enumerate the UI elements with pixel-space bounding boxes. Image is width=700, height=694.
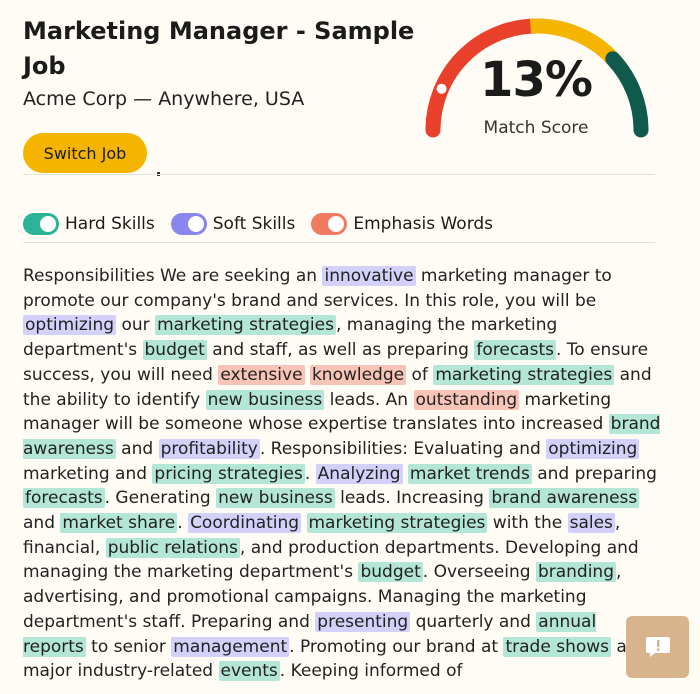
hard-skill-highlight: new business xyxy=(205,389,325,410)
description-text: and preparing xyxy=(531,463,657,484)
description-text: of xyxy=(406,364,434,385)
description-text: and xyxy=(23,513,61,534)
match-score-value: 13% xyxy=(480,52,593,108)
switch-knob xyxy=(40,216,56,232)
match-score-label: Match Score xyxy=(483,118,589,138)
hard-skill-highlight: new business xyxy=(216,488,335,509)
toggle-hard-skills[interactable]: Hard Skills xyxy=(23,213,155,235)
hard-skills-label: Hard Skills xyxy=(65,214,155,234)
feedback-icon xyxy=(645,637,670,657)
description-text: . Promoting our brand at xyxy=(289,636,504,657)
description-text: with the xyxy=(487,513,568,534)
hard-skill-highlight: public relations xyxy=(105,537,240,558)
job-description: Responsibilities We are seeking an innov… xyxy=(23,264,663,684)
soft-skill-highlight: profitability xyxy=(158,438,260,459)
hard-skills-switch[interactable] xyxy=(23,213,59,235)
highlight-toggles: Hard Skills Soft Skills Emphasis Words xyxy=(23,211,509,237)
description-text: . Keeping informed of xyxy=(279,661,463,682)
divider xyxy=(23,174,655,175)
switch-knob xyxy=(187,216,204,232)
description-text: . Overseeing xyxy=(422,562,536,583)
soft-skills-switch[interactable] xyxy=(170,213,207,235)
hard-skill-highlight: events xyxy=(218,661,280,682)
hard-skill-highlight: budget xyxy=(358,562,423,583)
hard-skill-highlight: marketing strategies xyxy=(306,513,488,534)
description-text: quarterly and xyxy=(410,611,537,632)
divider xyxy=(23,242,655,243)
description-text: . xyxy=(304,463,316,484)
hard-skill-highlight: branding xyxy=(535,562,616,583)
description-text: . Generating xyxy=(104,488,217,509)
emphasis-words-switch[interactable] xyxy=(311,213,348,235)
description-text: . Responsibilities: Evaluating and xyxy=(259,438,547,459)
hard-skill-highlight: marketing strategies xyxy=(433,364,615,385)
hard-skill-highlight: budget xyxy=(142,340,207,361)
description-text xyxy=(301,513,306,533)
soft-skill-highlight: presenting xyxy=(315,611,411,632)
soft-skill-highlight: Analyzing xyxy=(315,463,403,484)
hard-skill-highlight: trade shows xyxy=(503,636,612,657)
emphasis-word-highlight: extensive xyxy=(218,364,305,385)
hard-skill-highlight: marketing strategies xyxy=(155,315,336,336)
soft-skill-highlight: sales xyxy=(567,513,615,534)
hard-skill-highlight: forecasts xyxy=(23,488,105,509)
soft-skill-highlight: Coordinating xyxy=(188,513,302,534)
soft-skill-highlight: management xyxy=(171,636,290,657)
gauge-marker xyxy=(436,83,447,94)
job-title: Marketing Manager - Sample Job xyxy=(23,17,415,80)
emphasis-word-highlight: knowledge xyxy=(309,364,407,385)
description-text: . xyxy=(177,513,189,534)
hard-skill-highlight: brand awareness xyxy=(489,488,640,509)
description-text: and staff, as well as preparing xyxy=(206,340,475,361)
emphasis-words-label: Emphasis Words xyxy=(353,214,494,234)
company-location: Acme Corp — Anywhere, USA xyxy=(23,88,305,110)
description-text: marketing and xyxy=(23,463,153,484)
gauge-segment-high xyxy=(605,51,649,138)
switch-knob xyxy=(328,216,345,232)
hard-skill-highlight: market share xyxy=(60,513,178,534)
job-header: Marketing Manager - Sample Job Acme Corp… xyxy=(23,14,423,111)
soft-skill-highlight: innovative xyxy=(322,266,416,286)
feedback-button[interactable] xyxy=(626,616,689,678)
toggle-emphasis-words[interactable]: Emphasis Words xyxy=(311,213,493,235)
description-text: to senior xyxy=(85,636,172,657)
emphasis-word-highlight: outstanding xyxy=(413,389,520,410)
description-text: and xyxy=(115,438,159,459)
soft-skills-label: Soft Skills xyxy=(212,214,296,234)
switch-job-button[interactable]: Switch Job xyxy=(23,133,147,173)
soft-skill-highlight: optimizing xyxy=(546,438,640,459)
toggle-soft-skills[interactable]: Soft Skills xyxy=(170,213,296,235)
hard-skill-highlight: forecasts xyxy=(474,340,556,361)
description-text: our xyxy=(116,315,156,336)
hard-skill-highlight: pricing strategies xyxy=(152,463,305,484)
description-text: Responsibilities We are seeking an xyxy=(23,266,323,286)
description-text: leads. Increasing xyxy=(334,488,490,509)
description-text: leads. An xyxy=(324,389,414,410)
soft-skill-highlight: optimizing xyxy=(23,315,117,336)
hard-skill-highlight: market trends xyxy=(407,463,532,484)
